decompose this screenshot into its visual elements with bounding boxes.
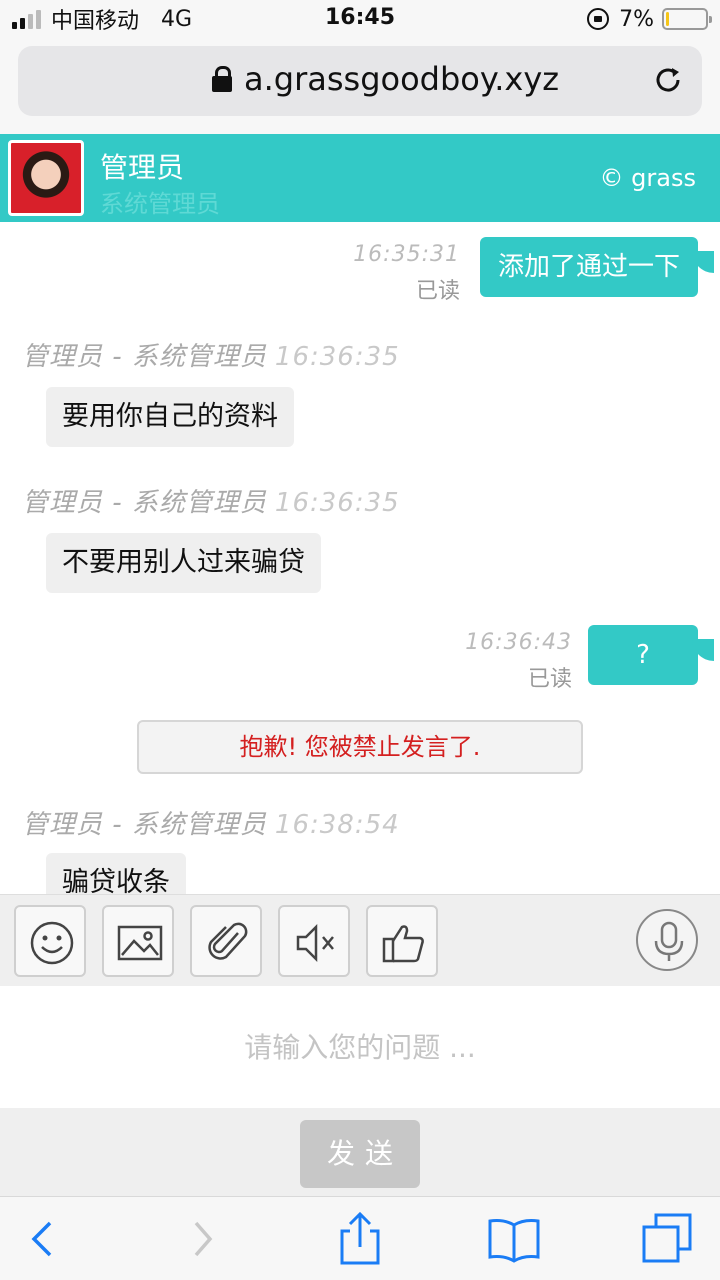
emoji-button[interactable] — [14, 905, 86, 977]
image-icon — [117, 925, 163, 961]
battery-percentage: 7% — [619, 6, 654, 32]
microphone-icon — [654, 921, 684, 961]
back-button[interactable] — [20, 1211, 76, 1267]
back-icon — [31, 1221, 52, 1257]
send-bar: 发送 — [0, 1108, 720, 1196]
message-input[interactable] — [0, 986, 720, 1108]
share-icon — [340, 1211, 380, 1265]
address-bar[interactable]: a.grassgoodboy.xyz — [18, 46, 702, 116]
message-time: 16:38:54 — [274, 810, 400, 840]
smiley-icon — [30, 921, 74, 965]
orientation-lock-icon — [587, 8, 610, 30]
share-button[interactable] — [332, 1211, 388, 1267]
sender-line: 管理员 - 系统管理员 16:38:54 — [22, 804, 400, 841]
url-text: a.grassgoodboy.xyz — [244, 60, 560, 98]
tabs-button[interactable] — [640, 1211, 696, 1267]
lock-icon — [212, 66, 232, 92]
mobile-chat-page: 中国移动 4G 16:45 7% a.grassgoodboy.xyz 管理员 … — [0, 0, 720, 1280]
sender-name: 管理员 - 系统管理员 — [22, 810, 267, 840]
incoming-message-bubble: 不要用别人过来骗贷 — [46, 533, 321, 593]
system-notice: 抱歉! 您被禁止发言了. — [137, 720, 583, 774]
message-list[interactable]: 16:35:31 已读 添加了通过一下 管理员 - 系统管理员 16:36:35 … — [0, 222, 720, 894]
message-meta: 16:36:43 已读 — [465, 630, 572, 693]
message-time: 16:35:31 — [353, 242, 460, 267]
browser-bottom-bar — [0, 1196, 720, 1280]
thumbs-up-icon — [382, 925, 424, 963]
paperclip-icon — [208, 922, 248, 960]
chat-contact-role: 系统管理员 — [100, 190, 220, 218]
chat-contact-name: 管理员 — [100, 151, 185, 184]
mute-icon — [296, 923, 334, 963]
forward-button[interactable] — [180, 1211, 236, 1267]
battery-fill — [666, 12, 669, 26]
bookmarks-icon — [488, 1219, 540, 1263]
sender-line: 管理员 - 系统管理员 16:36:35 — [22, 336, 400, 373]
chat-header: 管理员 系统管理员 © grass — [0, 134, 720, 222]
sender-line: 管理员 - 系统管理员 16:36:35 — [22, 482, 400, 519]
sender-name: 管理员 - 系统管理员 — [22, 488, 267, 518]
brand-label: © grass — [599, 164, 696, 192]
message-time: 16:36:35 — [274, 488, 400, 518]
image-button[interactable] — [102, 905, 174, 977]
outgoing-message-bubble: 添加了通过一下 — [479, 237, 715, 297]
message-meta: 16:35:31 已读 — [353, 242, 460, 305]
read-status: 已读 — [527, 667, 572, 692]
tabs-icon — [642, 1213, 692, 1263]
incoming-message-bubble: 要用你自己的资料 — [46, 387, 294, 447]
message-time: 16:36:35 — [274, 342, 400, 372]
read-status: 已读 — [415, 279, 460, 304]
incoming-message-bubble: 骗贷收条 — [46, 853, 186, 894]
chat-toolbar — [0, 894, 720, 986]
battery-icon — [662, 8, 712, 30]
outgoing-message-bubble: ? — [588, 625, 714, 685]
admin-avatar — [8, 140, 84, 216]
voice-input-button[interactable] — [636, 909, 698, 971]
status-bar-right: 7% — [587, 6, 712, 32]
status-bar: 中国移动 4G 16:45 7% — [0, 0, 720, 38]
reload-icon[interactable] — [652, 64, 684, 96]
bookmarks-button[interactable] — [486, 1211, 542, 1267]
message-time: 16:36:43 — [465, 630, 572, 655]
send-button[interactable]: 发送 — [300, 1120, 420, 1188]
sender-name: 管理员 - 系统管理员 — [22, 342, 267, 372]
like-button[interactable] — [366, 905, 438, 977]
browser-url-area: a.grassgoodboy.xyz — [0, 38, 720, 134]
attach-file-button[interactable] — [190, 905, 262, 977]
forward-icon — [194, 1221, 213, 1257]
message-input-area — [0, 986, 720, 1108]
sound-toggle-button[interactable] — [278, 905, 350, 977]
